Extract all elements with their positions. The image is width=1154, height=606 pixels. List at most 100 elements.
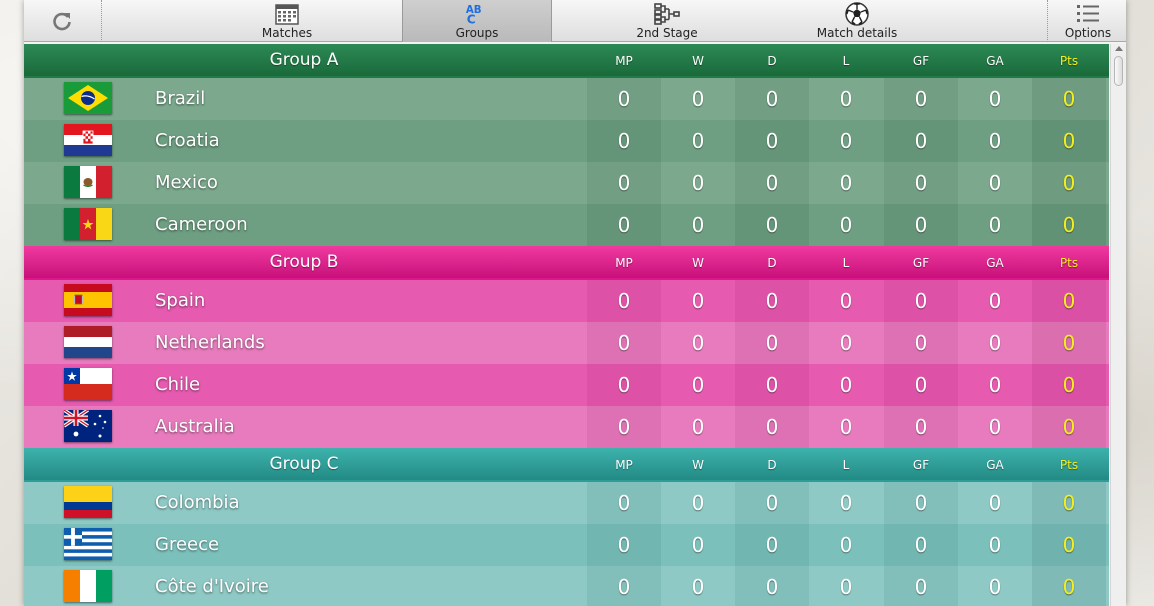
stat-l: 0: [839, 533, 853, 557]
scroll-up-arrow-icon[interactable]: [1115, 46, 1123, 51]
stat-l: 0: [839, 491, 853, 515]
group-header: Group A MP W D L GF GA Pts: [24, 44, 1109, 78]
options-button[interactable]: Options: [1050, 0, 1126, 42]
stat-gf: 0: [914, 213, 928, 237]
stat-d: 0: [765, 491, 779, 515]
stat-gf: 0: [914, 373, 928, 397]
stat-gf: 0: [914, 331, 928, 355]
toolbar: Matches AB C Groups 2nd Stage Match deta…: [24, 0, 1126, 42]
groups-table: Group A MP W D L GF GA Pts Brazil 0 0 0 0 0 0 0 Croati…: [24, 44, 1109, 606]
soccer-ball-icon: [844, 2, 870, 26]
table-row[interactable]: Netherlands 0 0 0 0 0 0 0: [24, 322, 1109, 364]
list-icon: [1075, 2, 1101, 26]
table-row[interactable]: Colombia 0 0 0 0 0 0 0: [24, 482, 1109, 524]
table-row[interactable]: Côte d'Ivoire 0 0 0 0 0 0 0: [24, 566, 1109, 606]
column-header-ga: GA: [986, 458, 1004, 472]
stat-d: 0: [765, 575, 779, 599]
tab-matches[interactable]: Matches: [224, 0, 350, 42]
stat-mp: 0: [617, 575, 631, 599]
table-row[interactable]: Chile 0 0 0 0 0 0 0: [24, 364, 1109, 406]
stat-pts: 0: [1062, 87, 1076, 111]
stat-ga: 0: [988, 575, 1002, 599]
stat-gf: 0: [914, 129, 928, 153]
stat-ga: 0: [988, 213, 1002, 237]
column-header-mp: MP: [615, 54, 633, 68]
stat-w: 0: [691, 129, 705, 153]
stat-ga: 0: [988, 129, 1002, 153]
stat-ga: 0: [988, 289, 1002, 313]
table-row[interactable]: Greece 0 0 0 0 0 0 0: [24, 524, 1109, 566]
stat-mp: 0: [617, 415, 631, 439]
tab-match-details[interactable]: Match details: [794, 0, 920, 42]
group-1: Group B MP W D L GF GA Pts Spain 0 0 0 0 0 0 0 Netherl…: [24, 246, 1109, 448]
scroll-thumb[interactable]: [1114, 56, 1123, 86]
team-name: Colombia: [155, 492, 240, 513]
column-header-l: L: [842, 54, 850, 68]
stat-d: 0: [765, 373, 779, 397]
stat-d: 0: [765, 171, 779, 195]
stat-gf: 0: [914, 491, 928, 515]
team-name: Brazil: [155, 88, 206, 109]
stat-w: 0: [691, 491, 705, 515]
column-header-ga: GA: [986, 256, 1004, 270]
stat-mp: 0: [617, 171, 631, 195]
greece-flag: [64, 528, 112, 560]
stat-w: 0: [691, 331, 705, 355]
table-row[interactable]: Australia 0 0 0 0 0 0 0: [24, 406, 1109, 448]
column-header-d: D: [767, 458, 777, 472]
stat-l: 0: [839, 373, 853, 397]
column-header-ga: GA: [986, 54, 1004, 68]
stat-ga: 0: [988, 171, 1002, 195]
chile-flag: [64, 368, 112, 400]
tab-2nd-stage[interactable]: 2nd Stage: [604, 0, 730, 42]
stat-d: 0: [765, 289, 779, 313]
stat-d: 0: [765, 331, 779, 355]
stat-mp: 0: [617, 331, 631, 355]
toolbar-separator: [101, 0, 102, 42]
stat-w: 0: [691, 87, 705, 111]
team-name: Australia: [155, 416, 235, 437]
stat-pts: 0: [1062, 171, 1076, 195]
group-header: Group C MP W D L GF GA Pts: [24, 448, 1109, 482]
column-header-gf: GF: [912, 256, 930, 270]
table-row[interactable]: Croatia 0 0 0 0 0 0 0: [24, 120, 1109, 162]
stat-l: 0: [839, 575, 853, 599]
stat-ga: 0: [988, 491, 1002, 515]
column-header-pts: Pts: [1059, 458, 1079, 472]
stat-mp: 0: [617, 213, 631, 237]
stat-mp: 0: [617, 289, 631, 313]
stat-w: 0: [691, 289, 705, 313]
team-name: Croatia: [155, 130, 220, 151]
stat-w: 0: [691, 373, 705, 397]
refresh-icon: [49, 9, 75, 33]
netherlands-flag: [64, 326, 112, 358]
vertical-scrollbar[interactable]: [1110, 44, 1126, 606]
column-header-w: W: [692, 256, 704, 270]
tab-groups[interactable]: AB C Groups: [402, 0, 552, 42]
stat-mp: 0: [617, 533, 631, 557]
group-title: Group B: [269, 252, 339, 272]
column-header-pts: Pts: [1059, 256, 1079, 270]
refresh-button[interactable]: [24, 0, 100, 42]
table-row[interactable]: Brazil 0 0 0 0 0 0 0: [24, 78, 1109, 120]
stat-pts: 0: [1062, 533, 1076, 557]
stat-pts: 0: [1062, 289, 1076, 313]
stat-mp: 0: [617, 129, 631, 153]
tab-groups-label: Groups: [455, 26, 499, 40]
svg-text:C: C: [467, 12, 476, 25]
stat-ga: 0: [988, 331, 1002, 355]
column-header-gf: GF: [912, 54, 930, 68]
stat-l: 0: [839, 415, 853, 439]
bracket-icon: [654, 2, 680, 26]
table-row[interactable]: Cameroon 0 0 0 0 0 0 0: [24, 204, 1109, 246]
group-header: Group B MP W D L GF GA Pts: [24, 246, 1109, 280]
stat-l: 0: [839, 129, 853, 153]
stat-l: 0: [839, 171, 853, 195]
stat-gf: 0: [914, 289, 928, 313]
stat-mp: 0: [617, 491, 631, 515]
table-row[interactable]: Mexico 0 0 0 0 0 0 0: [24, 162, 1109, 204]
team-name: Mexico: [155, 172, 218, 193]
cameroon-flag: [64, 208, 112, 240]
table-row[interactable]: Spain 0 0 0 0 0 0 0: [24, 280, 1109, 322]
mexico-flag: [64, 166, 112, 198]
